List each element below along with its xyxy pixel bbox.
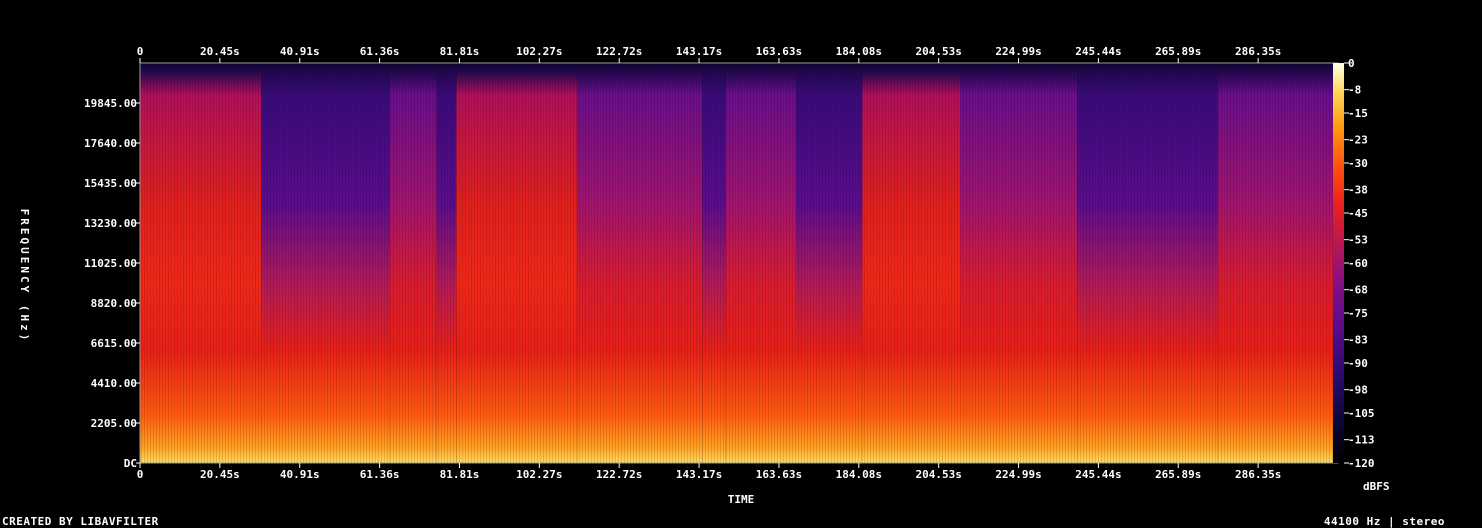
y-tick-label: 11025.00: [84, 257, 137, 270]
x-axis-top: 0 20.45s 40.91s 61.36s 81.81s 102.27s 122.72s 1…: [137, 45, 1281, 63]
y-tick-label: 8820.00: [91, 297, 137, 310]
x-tick-label-bottom: 122.72s: [596, 468, 642, 481]
colorbar-tick-label: -105: [1348, 407, 1375, 420]
x-axis-label: TIME: [728, 493, 755, 506]
x-tick-label-top: 265.89s: [1155, 45, 1201, 58]
y-tick-label: DC: [124, 457, 137, 470]
y-tick-label: 6615.00: [91, 337, 137, 350]
x-tick-label-top: 40.91s: [280, 45, 320, 58]
x-tick-label-bottom: 40.91s: [280, 468, 320, 481]
colorbar: [1333, 63, 1344, 463]
colorbar-tick-label: -90: [1348, 357, 1368, 370]
x-tick-label-bottom: 81.81s: [440, 468, 480, 481]
footer-credit: CREATED BY LIBAVFILTER: [2, 515, 159, 528]
x-axis-bottom: 0 20.45s 40.91s 61.36s 81.81s 102.27s 122.72s 1…: [137, 463, 1281, 481]
colorbar-tick-label: -120: [1348, 457, 1375, 470]
x-tick-label-bottom: 224.99s: [995, 468, 1041, 481]
colorbar-tick-label: -83: [1348, 334, 1368, 347]
y-axis: DC 2205.00 4410.00 6615.00 8820.00 11025.00 13…: [84, 97, 140, 470]
x-tick-label-bottom: 61.36s: [360, 468, 400, 481]
spectrogram-texture: [140, 63, 1338, 463]
x-tick-label-bottom: 143.17s: [676, 468, 722, 481]
footer-audio-info: 44100 Hz | stereo: [1323, 515, 1445, 528]
x-tick-label-top: 20.45s: [200, 45, 240, 58]
y-tick-label: 2205.00: [91, 417, 137, 430]
x-tick-label-bottom: 184.08s: [836, 468, 882, 481]
x-tick-label-top: 184.08s: [836, 45, 882, 58]
x-tick-label-top: 61.36s: [360, 45, 400, 58]
x-tick-label-top: 0: [137, 45, 144, 58]
colorbar-tick-label: -98: [1348, 384, 1368, 397]
x-tick-label-bottom: 286.35s: [1235, 468, 1281, 481]
y-tick-label: 15435.00: [84, 177, 137, 190]
x-tick-label-bottom: 0: [137, 468, 144, 481]
colorbar-tick-label: -30: [1348, 157, 1368, 170]
y-tick-label: 17640.00: [84, 137, 137, 150]
y-axis-label: FREQUENCY (Hz): [18, 209, 31, 344]
x-tick-label-top: 245.44s: [1075, 45, 1121, 58]
colorbar-tick-label: -8: [1348, 84, 1361, 97]
x-tick-label-top: 163.63s: [756, 45, 802, 58]
colorbar-tick-label: -68: [1348, 284, 1368, 297]
spectrogram-chart: 0 20.45s 40.91s 61.36s 81.81s 102.27s 122.72s 1…: [18, 45, 1390, 506]
colorbar-tick-label: -113: [1348, 434, 1375, 447]
x-tick-label-top: 81.81s: [440, 45, 480, 58]
colorbar-tick-label: -75: [1348, 307, 1368, 320]
y-tick-label: 4410.00: [91, 377, 137, 390]
colorbar-label: dBFS: [1363, 480, 1390, 493]
y-tick-label: 19845.00: [84, 97, 137, 110]
colorbar-tick-label: -23: [1348, 134, 1368, 147]
x-tick-label-bottom: 102.27s: [516, 468, 562, 481]
colorbar-tick-label: -53: [1348, 234, 1368, 247]
x-tick-label-bottom: 163.63s: [756, 468, 802, 481]
x-tick-label-top: 204.53s: [915, 45, 961, 58]
y-tick-label: 13230.00: [84, 217, 137, 230]
x-tick-label-top: 102.27s: [516, 45, 562, 58]
colorbar-tick-label: -15: [1348, 107, 1368, 120]
x-tick-label-bottom: 20.45s: [200, 468, 240, 481]
x-tick-label-bottom: 265.89s: [1155, 468, 1201, 481]
x-tick-label-top: 122.72s: [596, 45, 642, 58]
x-tick-label-bottom: 245.44s: [1075, 468, 1121, 481]
x-tick-label-top: 224.99s: [995, 45, 1041, 58]
colorbar-ticks: 0 -8 -15 -23 -30 -38 -45 -53 -60 -68 -75 -83 -90 -98 -…: [1344, 57, 1375, 470]
colorbar-tick-label: -60: [1348, 257, 1368, 270]
x-tick-label-top: 286.35s: [1235, 45, 1281, 58]
x-tick-label-top: 143.17s: [676, 45, 722, 58]
colorbar-tick-label: -45: [1348, 207, 1368, 220]
colorbar-tick-label: 0: [1348, 57, 1355, 70]
x-tick-label-bottom: 204.53s: [915, 468, 961, 481]
colorbar-tick-label: -38: [1348, 184, 1368, 197]
